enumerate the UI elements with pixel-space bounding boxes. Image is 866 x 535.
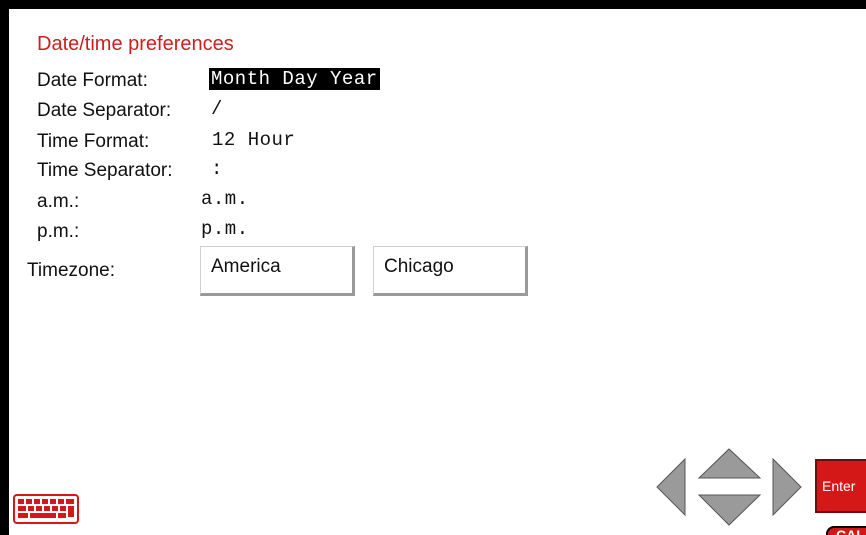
enter-button[interactable]: Enter: [815, 459, 866, 513]
time-separator-value[interactable]: :: [211, 158, 223, 180]
am-value[interactable]: a.m.: [201, 188, 249, 210]
date-format-label: Date Format:: [37, 70, 148, 91]
down-arrow-icon[interactable]: [697, 494, 762, 526]
time-separator-label: Time Separator:: [37, 160, 173, 181]
am-label: a.m.:: [37, 191, 80, 212]
screen: Date/time preferences Date Format: Month…: [0, 0, 866, 535]
cal-button[interactable]: CAL: [826, 526, 866, 535]
right-arrow-icon[interactable]: [772, 457, 802, 517]
up-arrow-icon[interactable]: [697, 448, 762, 479]
arrow-navigation: [653, 445, 803, 535]
time-format-label: Time Format:: [37, 131, 150, 152]
timezone-region-button[interactable]: America: [200, 246, 355, 296]
timezone-label: Timezone:: [27, 260, 115, 281]
date-format-value[interactable]: Month Day Year: [209, 68, 380, 90]
time-format-value[interactable]: 12 Hour: [212, 129, 295, 151]
keyboard-icon[interactable]: [13, 494, 79, 524]
date-separator-label: Date Separator:: [37, 100, 172, 121]
timezone-city-button[interactable]: Chicago: [373, 246, 528, 296]
page-title: Date/time preferences: [37, 33, 234, 55]
date-separator-value[interactable]: /: [211, 98, 223, 120]
pm-label: p.m.:: [37, 221, 80, 242]
pm-value[interactable]: p.m.: [201, 218, 249, 240]
left-arrow-icon[interactable]: [656, 457, 686, 517]
